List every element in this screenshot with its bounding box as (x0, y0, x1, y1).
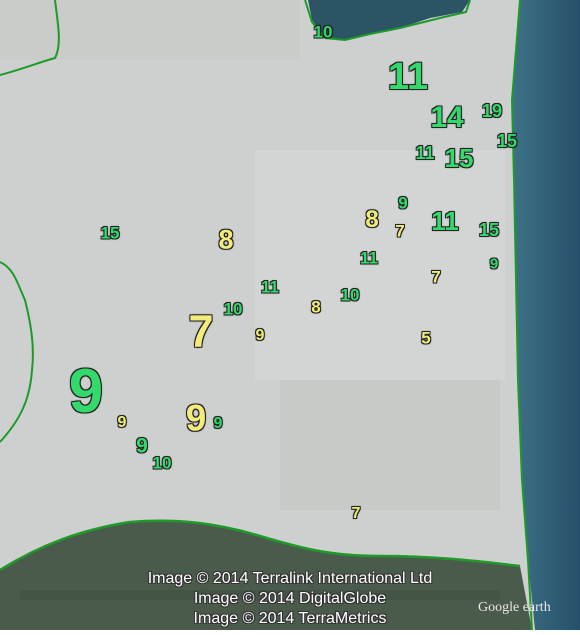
booth-label: 11 (387, 56, 429, 98)
satellite-map: 10 11 14 19 15 11 15 9 8 7 11 15 15 8 11… (0, 0, 580, 631)
booth-label: 7 (395, 221, 405, 241)
booth-label: 10 (223, 299, 243, 319)
urban-area (255, 150, 505, 380)
farmland-area (280, 380, 500, 510)
booth-label: 9 (117, 414, 127, 431)
outside-area (0, 0, 300, 60)
booth-label: 10 (152, 453, 172, 473)
booth-label: 10 (313, 22, 333, 42)
booth-label: 14 (430, 101, 464, 134)
booth-label: 7 (431, 267, 441, 287)
booth-label: 8 (365, 206, 379, 233)
booth-label: 9 (398, 193, 408, 213)
booth-label: 5 (421, 328, 431, 348)
booth-label: 15 (444, 143, 474, 173)
booth-label: 9 (136, 434, 148, 458)
booth-label: 15 (478, 220, 500, 240)
booth-label: 9 (213, 415, 223, 432)
booth-label: 9 (489, 255, 499, 273)
booth-label: 11 (360, 248, 378, 268)
booth-label: 8 (218, 224, 234, 255)
attribution-terralink: Image © 2014 Terralink International Ltd (147, 570, 433, 587)
booth-label: 9 (185, 397, 207, 439)
booth-label: 11 (415, 143, 435, 163)
booth-label: 15 (100, 223, 120, 243)
booth-label: 11 (431, 206, 459, 236)
booth-label: 10 (340, 285, 360, 305)
booth-label: 19 (481, 101, 503, 121)
booth-label: 9 (255, 327, 265, 344)
booth-label: 8 (311, 297, 321, 317)
map-background (0, 0, 580, 631)
booth-label: 7 (188, 305, 214, 357)
booth-label: 7 (351, 505, 361, 522)
booth-label: 11 (261, 277, 279, 297)
google-earth-logo: Google earth (478, 600, 551, 615)
booth-label: 15 (496, 131, 518, 151)
booth-label: 9 (68, 357, 104, 426)
